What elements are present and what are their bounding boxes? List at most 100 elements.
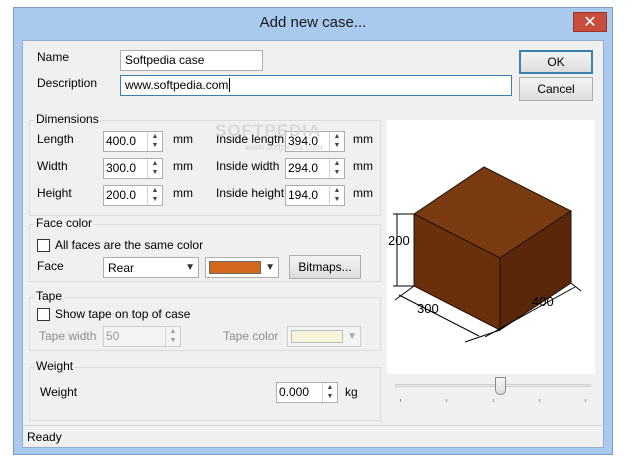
tape-width-spinner[interactable]: 50 ▲ ▼: [103, 326, 181, 347]
spin-down-icon[interactable]: ▼: [330, 168, 344, 177]
width-unit: mm: [173, 159, 193, 173]
cancel-button[interactable]: Cancel: [519, 77, 593, 101]
spin-down-icon[interactable]: ▼: [166, 336, 180, 345]
height-dim-label: 200: [388, 233, 410, 248]
inside-length-unit: mm: [353, 132, 373, 146]
softpedia-watermark-url: www.softpedia.com: [245, 142, 323, 152]
spin-up-icon[interactable]: ▲: [323, 383, 337, 392]
weight-value: 0.000: [279, 385, 310, 399]
tape-width-value: 50: [106, 329, 120, 343]
height-spin-arrows[interactable]: ▲ ▼: [147, 186, 162, 205]
length-value: 400.0: [106, 134, 137, 148]
spin-up-icon[interactable]: ▲: [148, 132, 162, 141]
spin-up-icon[interactable]: ▲: [166, 327, 180, 336]
show-tape-checkbox[interactable]: [37, 308, 50, 321]
length-dim-tick: [570, 282, 582, 292]
tape-color-swatch: [291, 330, 343, 343]
inside-width-value: 294.0: [288, 161, 319, 175]
inside-width-unit: mm: [353, 159, 373, 173]
name-label: Name: [37, 50, 70, 64]
slider-ticks: [400, 399, 586, 403]
face-select-value: Rear: [108, 261, 135, 275]
face-select[interactable]: Rear ▼: [103, 257, 199, 278]
width-dim-label: 300: [417, 301, 439, 316]
dialog-window: Add new case... ✕ Name Softpedia case De…: [13, 7, 613, 455]
spin-down-icon[interactable]: ▼: [330, 195, 344, 204]
spin-down-icon[interactable]: ▼: [148, 195, 162, 204]
inside-height-spin-arrows[interactable]: ▲ ▼: [329, 186, 344, 205]
face-color-swatch: [209, 261, 261, 274]
spin-up-icon[interactable]: ▲: [148, 159, 162, 168]
spin-down-icon[interactable]: ▼: [148, 141, 162, 150]
tape-color-picker[interactable]: ▼: [287, 326, 361, 347]
name-input[interactable]: Softpedia case: [120, 50, 263, 71]
weight-spinner[interactable]: 0.000 ▲ ▼: [276, 382, 338, 403]
spin-down-icon[interactable]: ▼: [148, 168, 162, 177]
height-value: 200.0: [106, 188, 137, 202]
spin-up-icon[interactable]: ▲: [330, 159, 344, 168]
status-text: Ready: [27, 430, 62, 444]
inside-width-spinner[interactable]: 294.0 ▲ ▼: [285, 158, 345, 179]
length-dim-label: 400: [532, 294, 554, 309]
length-spin-arrows[interactable]: ▲ ▼: [147, 132, 162, 151]
height-unit: mm: [173, 186, 193, 200]
spin-down-icon[interactable]: ▼: [330, 141, 344, 150]
slider-thumb[interactable]: [495, 377, 506, 395]
same-color-label[interactable]: All faces are the same color: [55, 238, 203, 252]
rotation-slider[interactable]: [395, 377, 591, 407]
face-label: Face: [37, 259, 64, 273]
bitmaps-button[interactable]: Bitmaps...: [289, 255, 361, 279]
width-spin-arrows[interactable]: ▲ ▼: [147, 159, 162, 178]
slider-track[interactable]: [395, 384, 591, 387]
inside-width-label: Inside width: [216, 159, 280, 173]
inside-height-value: 194.0: [288, 188, 319, 202]
face-color-picker[interactable]: ▼: [205, 257, 279, 278]
spin-up-icon[interactable]: ▲: [148, 186, 162, 195]
spin-up-icon[interactable]: ▲: [330, 186, 344, 195]
length-spinner[interactable]: 400.0 ▲ ▼: [103, 131, 163, 152]
case-3d-render: 200 300 400: [388, 166, 582, 343]
tape-color-label: Tape color: [223, 329, 279, 343]
weight-spin-arrows[interactable]: ▲ ▼: [322, 383, 337, 402]
weight-unit: kg: [345, 385, 358, 399]
inside-height-label: Inside height: [216, 186, 285, 200]
weight-group-title: Weight: [34, 359, 76, 373]
description-value: www.softpedia.com: [125, 78, 229, 92]
inside-height-spinner[interactable]: 194.0 ▲ ▼: [285, 185, 345, 206]
inside-height-unit: mm: [353, 186, 373, 200]
case-preview: 200 300 400: [387, 120, 595, 374]
spin-down-icon[interactable]: ▼: [323, 392, 337, 401]
tape-group-title: Tape: [34, 289, 65, 303]
ok-button[interactable]: OK: [519, 50, 593, 74]
text-cursor: [229, 78, 231, 92]
inside-length-spin-arrows[interactable]: ▲ ▼: [329, 132, 344, 151]
face-color-group-title: Face color: [34, 216, 95, 230]
softpedia-watermark: SOFTPEDIA: [215, 121, 322, 140]
height-label: Height: [37, 186, 72, 200]
dimensions-group-title: Dimensions: [34, 112, 101, 126]
length-label: Length: [37, 132, 74, 146]
description-label: Description: [37, 76, 98, 90]
chevron-down-icon: ▼: [185, 262, 195, 273]
tape-width-spin-arrows[interactable]: ▲ ▼: [165, 327, 180, 346]
same-color-checkbox[interactable]: [37, 239, 50, 252]
title-bar[interactable]: Add new case... ✕: [14, 8, 612, 39]
dialog-client-area: Name Softpedia case Description www.soft…: [22, 40, 604, 448]
height-spinner[interactable]: 200.0 ▲ ▼: [103, 185, 163, 206]
length-unit: mm: [173, 132, 193, 146]
tape-width-label: Tape width: [39, 329, 97, 343]
description-input[interactable]: www.softpedia.com: [120, 75, 512, 96]
show-tape-label[interactable]: Show tape on top of case: [55, 307, 190, 321]
close-icon: ✕: [583, 14, 597, 31]
chevron-down-icon: ▼: [347, 331, 357, 342]
width-spinner[interactable]: 300.0 ▲ ▼: [103, 158, 163, 179]
chevron-down-icon: ▼: [265, 262, 275, 273]
width-label: Width: [37, 159, 68, 173]
window-title: Add new case...: [259, 14, 367, 31]
spin-up-icon[interactable]: ▲: [330, 132, 344, 141]
close-button[interactable]: ✕: [573, 12, 607, 32]
inside-width-spin-arrows[interactable]: ▲ ▼: [329, 159, 344, 178]
status-bar: Ready: [23, 425, 603, 447]
width-value: 300.0: [106, 161, 137, 175]
weight-label: Weight: [40, 385, 78, 399]
